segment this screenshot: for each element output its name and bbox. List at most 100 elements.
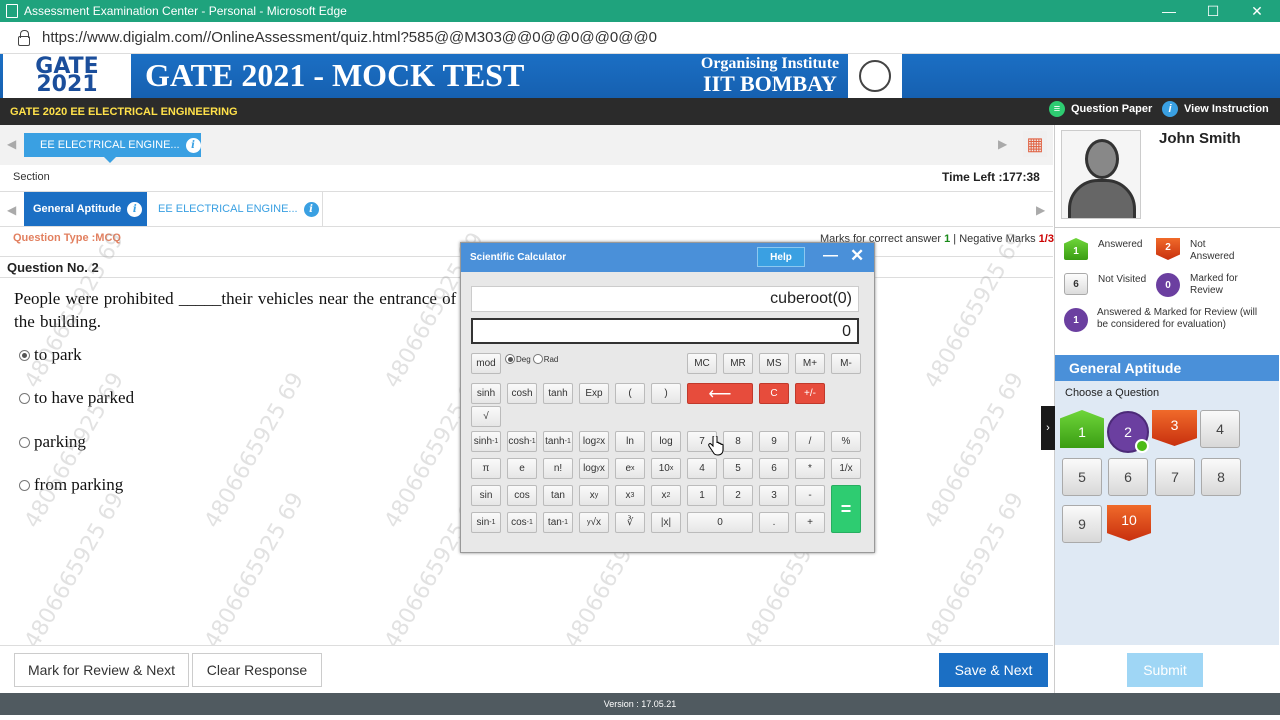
section-tab-ee[interactable]: EE ELECTRICAL ENGINE... i xyxy=(24,133,201,163)
calc-key-4[interactable]: 4 xyxy=(687,458,717,479)
scroll-right-icon[interactable]: ▶ xyxy=(1036,203,1045,217)
calc-key-factorial[interactable]: n! xyxy=(543,458,573,479)
calc-key-mc[interactable]: MC xyxy=(687,353,717,374)
palette-question-7[interactable]: 7 xyxy=(1155,458,1195,496)
calc-key-x-pow-y[interactable]: xy xyxy=(579,485,609,506)
palette-question-5[interactable]: 5 xyxy=(1062,458,1102,496)
close-window-button[interactable]: ✕ xyxy=(1235,0,1279,22)
calc-key-mminus[interactable]: M- xyxy=(831,353,861,374)
calc-key-clear[interactable]: C xyxy=(759,383,789,404)
calc-key-sqrt[interactable]: √ xyxy=(471,406,501,427)
calc-key-2[interactable]: 2 xyxy=(723,485,753,506)
calc-key-mod[interactable]: mod xyxy=(471,353,501,374)
mark-review-next-button[interactable]: Mark for Review & Next xyxy=(14,653,189,687)
calc-key-6[interactable]: 6 xyxy=(759,458,789,479)
calc-key-cos[interactable]: cos xyxy=(507,485,537,506)
calc-key-asin[interactable]: sin -1 xyxy=(471,512,501,533)
calculator-icon[interactable]: ▦ xyxy=(1023,131,1047,157)
calc-key-tan[interactable]: tan xyxy=(543,485,573,506)
palette-question-8[interactable]: 8 xyxy=(1201,458,1241,496)
calc-key-sin[interactable]: sin xyxy=(471,485,501,506)
calc-key-yroot[interactable]: y √x xyxy=(579,512,609,533)
calc-key-close-paren[interactable]: ) xyxy=(651,383,681,404)
calc-key-plus[interactable]: + xyxy=(795,512,825,533)
calculator-titlebar[interactable]: Scientific Calculator xyxy=(461,243,874,272)
tab-general-aptitude[interactable]: General Aptitude i xyxy=(24,192,147,226)
calc-key-9[interactable]: 9 xyxy=(759,431,789,452)
calculator-result[interactable]: 0 xyxy=(471,318,859,344)
minimize-icon[interactable]: — xyxy=(823,247,838,264)
calc-key-ms[interactable]: MS xyxy=(759,353,789,374)
view-instruction-button[interactable]: i View Instruction xyxy=(1162,101,1269,117)
palette-question-2[interactable]: 2 xyxy=(1107,411,1149,453)
calc-key-asinh[interactable]: sinh -1 xyxy=(471,431,501,452)
palette-question-6[interactable]: 6 xyxy=(1108,458,1148,496)
calc-key-mplus[interactable]: M+ xyxy=(795,353,825,374)
info-icon[interactable]: i xyxy=(185,137,201,153)
scroll-left-icon[interactable]: ◀ xyxy=(7,137,16,151)
radio[interactable] xyxy=(19,392,30,404)
calc-key-8[interactable]: 8 xyxy=(723,431,753,452)
scientific-calculator[interactable]: Scientific Calculator Help — ✕ cuberoot(… xyxy=(460,242,875,553)
calc-key-minus[interactable]: - xyxy=(795,485,825,506)
calc-key-reciprocal[interactable]: 1/x xyxy=(831,458,861,479)
calc-key-ten-x[interactable]: 10 x xyxy=(651,458,681,479)
calc-key-acos[interactable]: cos -1 xyxy=(507,512,537,533)
calc-key-log2[interactable]: log 2 x xyxy=(579,431,609,452)
calc-key-atanh[interactable]: tanh -1 xyxy=(543,431,573,452)
calc-key-divide[interactable]: / xyxy=(795,431,825,452)
backspace-icon[interactable]: ⟵ xyxy=(687,383,753,404)
calc-key-abs[interactable]: |x| xyxy=(651,512,681,533)
calc-key-tanh[interactable]: tanh xyxy=(543,383,573,404)
palette-question-4[interactable]: 4 xyxy=(1200,410,1240,448)
tab-ee-electrical[interactable]: EE ELECTRICAL ENGINE... i xyxy=(147,192,323,226)
calc-key-exp-x[interactable]: ex xyxy=(615,458,645,479)
question-paper-button[interactable]: ≡ Question Paper xyxy=(1049,101,1152,117)
calc-key-atan[interactable]: tan -1 xyxy=(543,512,573,533)
radio[interactable] xyxy=(19,479,30,491)
calc-key-decimal[interactable]: . xyxy=(759,512,789,533)
submit-button[interactable]: Submit xyxy=(1127,653,1203,687)
collapse-panel-icon[interactable]: › xyxy=(1041,406,1055,450)
palette-question-9[interactable]: 9 xyxy=(1062,505,1102,543)
calc-key-0[interactable]: 0 xyxy=(687,512,753,533)
clear-response-button[interactable]: Clear Response xyxy=(192,653,322,687)
rad-radio[interactable] xyxy=(532,354,543,364)
calc-key-e[interactable]: e xyxy=(507,458,537,479)
calc-key-square[interactable]: x2 xyxy=(651,485,681,506)
calc-key-cosh[interactable]: cosh xyxy=(507,383,537,404)
close-icon[interactable]: ✕ xyxy=(850,246,864,266)
maximize-button[interactable]: ☐ xyxy=(1191,0,1235,22)
calc-key-ln[interactable]: ln xyxy=(615,431,645,452)
calc-key-log[interactable]: log xyxy=(651,431,681,452)
calc-key-cuberoot[interactable]: ∛ xyxy=(615,512,645,533)
info-icon[interactable]: i xyxy=(127,201,143,217)
radio-selected[interactable] xyxy=(19,349,30,361)
info-icon[interactable]: i xyxy=(303,201,319,217)
url-text[interactable]: https://www.digialm.com//OnlineAssessmen… xyxy=(42,29,657,46)
calc-key-exp[interactable]: Exp xyxy=(579,383,609,404)
calc-key-plus-minus[interactable]: +/- xyxy=(795,383,825,404)
calc-key-5[interactable]: 5 xyxy=(723,458,753,479)
calc-key-sinh[interactable]: sinh xyxy=(471,383,501,404)
deg-radio[interactable] xyxy=(505,354,515,364)
angle-mode[interactable]: Deg Rad xyxy=(505,354,558,364)
calc-key-multiply[interactable]: * xyxy=(795,458,825,479)
calc-key-pi[interactable]: π xyxy=(471,458,501,479)
calc-key-percent[interactable]: % xyxy=(831,431,861,452)
calc-key-mr[interactable]: MR xyxy=(723,353,753,374)
calc-key-equals[interactable]: = xyxy=(831,485,861,533)
save-next-button[interactable]: Save & Next xyxy=(939,653,1048,687)
calc-key-cube[interactable]: x3 xyxy=(615,485,645,506)
calculator-help-button[interactable]: Help xyxy=(757,247,805,267)
radio[interactable] xyxy=(19,436,30,448)
calc-key-1[interactable]: 1 xyxy=(687,485,717,506)
calc-key-3[interactable]: 3 xyxy=(759,485,789,506)
scroll-right-icon[interactable]: ▶ xyxy=(998,137,1007,151)
calc-key-acosh[interactable]: cosh -1 xyxy=(507,431,537,452)
calc-key-open-paren[interactable]: ( xyxy=(615,383,645,404)
minimize-button[interactable]: — xyxy=(1147,0,1191,22)
calc-key-logy[interactable]: log y x xyxy=(579,458,609,479)
address-bar[interactable]: https://www.digialm.com//OnlineAssessmen… xyxy=(0,22,1280,54)
scroll-left-icon[interactable]: ◀ xyxy=(7,203,16,217)
